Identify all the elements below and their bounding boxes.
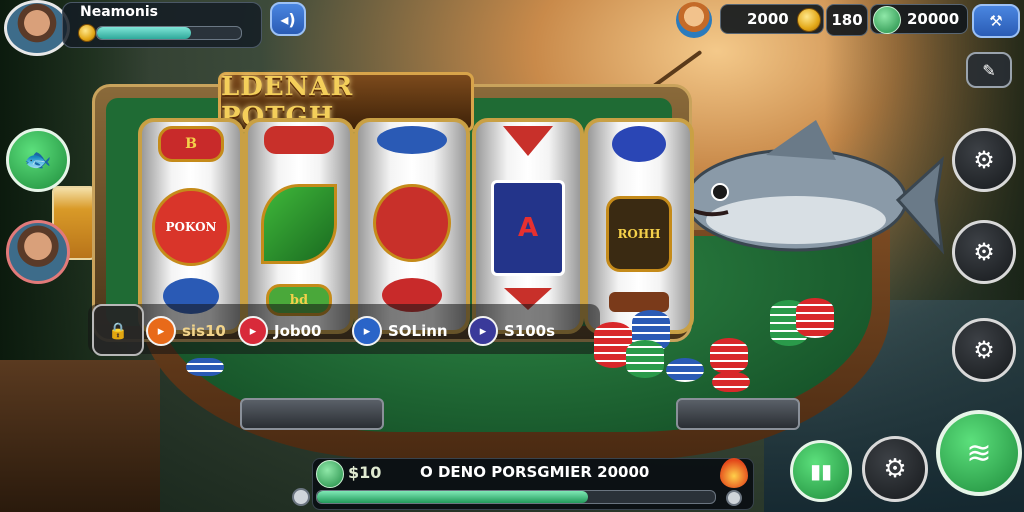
- dollar-icon: [316, 460, 344, 488]
- lock-icon: 🔒: [108, 320, 128, 340]
- tools-icon: ⚒: [989, 12, 1003, 30]
- upgrade-button[interactable]: ⚙: [952, 220, 1016, 284]
- reel-5-symbol-top: [612, 126, 666, 162]
- round-progress-bar: [316, 490, 716, 504]
- reel-2[interactable]: bd: [244, 118, 354, 334]
- bet-option-icon: ▸: [238, 316, 268, 346]
- bet-option-icon: ▸: [352, 316, 382, 346]
- wooden-deck: [0, 360, 160, 512]
- reel-2-symbol-mid: [261, 184, 337, 264]
- round-progress-fill: [317, 491, 588, 503]
- player-avatar[interactable]: [4, 0, 70, 56]
- reel-1[interactable]: B POKON: [138, 118, 244, 334]
- speaker-icon: ◂): [280, 9, 296, 29]
- reel-2-symbol-top: [264, 126, 334, 154]
- chip-single: [186, 358, 224, 376]
- flame-icon: [720, 458, 748, 488]
- fish-icon: 🐟: [24, 147, 52, 173]
- spin-icon: ≋: [966, 435, 992, 471]
- fish-friend-avatar[interactable]: 🐟: [6, 128, 70, 192]
- player-name: Neamonis: [80, 4, 158, 20]
- settings-button[interactable]: ⚙: [952, 318, 1016, 382]
- reel-4-card-ace: A: [491, 180, 565, 276]
- reel-5-symbol-mid: ROHH: [606, 196, 672, 272]
- reel-1-symbol-top: B: [158, 126, 224, 162]
- gear-d-icon: ⚙: [973, 146, 995, 174]
- reel-3-symbol-mid: [373, 184, 451, 262]
- status-message: O DENO PORSGMIER 20000: [420, 463, 650, 481]
- xp-bar: [96, 26, 242, 40]
- daily-bonus-button[interactable]: ⚙: [952, 128, 1016, 192]
- xp-bar-fill: [97, 27, 191, 39]
- bet-option-4[interactable]: ▸ S100s: [468, 316, 555, 346]
- options-button[interactable]: ⚙: [862, 436, 928, 502]
- bet-option-3[interactable]: ▸ SOLinn: [352, 316, 448, 346]
- friend-avatar[interactable]: [6, 220, 70, 284]
- bet-option-1[interactable]: ▸ sis10: [146, 316, 226, 346]
- bet-option-label: SOLinn: [388, 322, 448, 340]
- progress-dot-right: [726, 490, 742, 506]
- coin-balance: 2000: [720, 4, 824, 34]
- chart-icon: ▮▮: [809, 459, 832, 483]
- cash-balance-value: 20000: [907, 10, 960, 28]
- sun-gear-icon: ⚙: [883, 454, 907, 484]
- stats-button[interactable]: ▮▮: [790, 440, 852, 502]
- chip-stack-green: [626, 340, 664, 378]
- fish-belly: [706, 196, 886, 244]
- reel-4[interactable]: A: [472, 118, 584, 334]
- cash-balance: 20000: [870, 4, 968, 34]
- bet-option-2[interactable]: ▸ Job00: [238, 316, 322, 346]
- bet-option-label: sis10: [182, 322, 226, 340]
- chip-stack-red-4: [796, 298, 834, 338]
- progress-dot-left: [292, 488, 310, 506]
- fish-top-fin: [766, 120, 836, 160]
- reel-4-symbol-top: [503, 126, 553, 156]
- tools-button[interactable]: ⚒: [972, 4, 1020, 38]
- fish-tail: [895, 156, 945, 255]
- cash-icon: [873, 6, 901, 34]
- table-slot-right: [676, 398, 800, 430]
- pencil-icon: ✎: [982, 60, 996, 80]
- gem-balance-value: 180: [831, 11, 863, 29]
- reel-3[interactable]: [354, 118, 470, 334]
- reel-1-symbol-mid: POKON: [152, 188, 230, 266]
- mascot-avatar[interactable]: [676, 2, 712, 38]
- xp-coin-icon: [78, 24, 96, 42]
- gem-balance: 180: [826, 4, 868, 36]
- chip-stack-red-2: [710, 338, 748, 374]
- chip-stack-blue-2: [666, 358, 704, 382]
- bet-option-label: Job00: [274, 322, 322, 340]
- status-amount: $10: [348, 463, 382, 482]
- coin-icon: [797, 8, 821, 32]
- reel-5-symbol-bottom: [609, 292, 669, 312]
- lock-button[interactable]: 🔒: [92, 304, 144, 356]
- chip-stack-red-3: [712, 372, 750, 392]
- fish-eye: [711, 183, 729, 201]
- sound-button[interactable]: ◂): [270, 2, 306, 36]
- table-slot-left: [240, 398, 384, 430]
- reel-3-symbol-top: [377, 126, 447, 154]
- edit-button[interactable]: ✎: [966, 52, 1012, 88]
- coin-balance-value: 2000: [747, 10, 789, 28]
- reel-5[interactable]: ROHH: [584, 118, 694, 334]
- cog-icon: ⚙: [973, 238, 995, 266]
- bet-option-icon: ▸: [146, 316, 176, 346]
- gear-icon: ⚙: [973, 336, 995, 364]
- bet-option-label: S100s: [504, 322, 556, 340]
- spin-button[interactable]: ≋: [936, 410, 1022, 496]
- bet-option-icon: ▸: [468, 316, 498, 346]
